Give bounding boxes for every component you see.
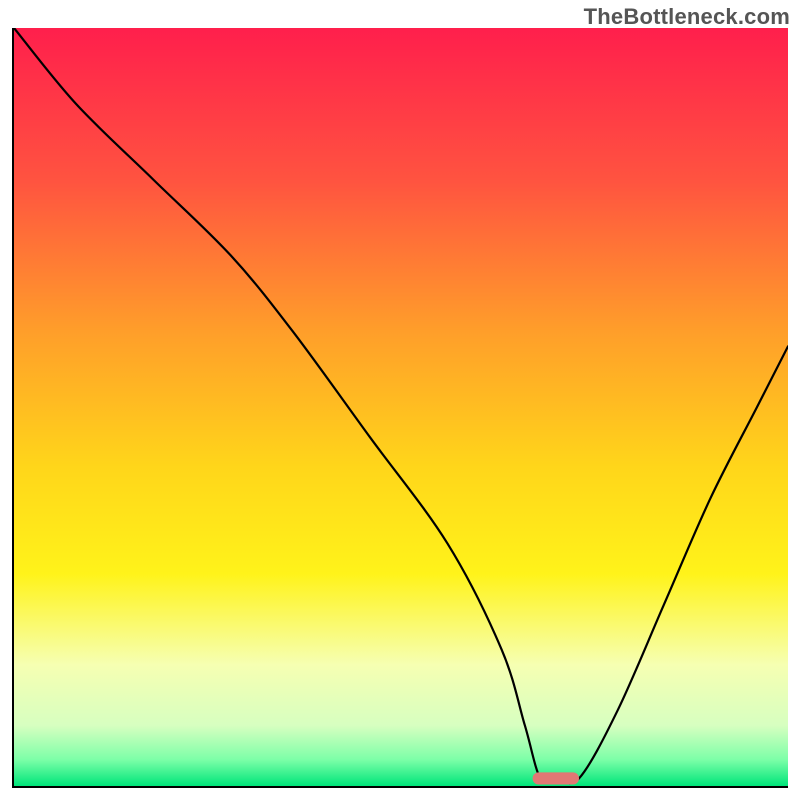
watermark-text: TheBottleneck.com xyxy=(584,4,790,30)
chart-svg xyxy=(14,28,788,786)
chart-stage: TheBottleneck.com xyxy=(0,0,800,800)
gradient-background xyxy=(14,28,788,786)
optimal-range-marker xyxy=(533,772,579,784)
plot-area xyxy=(12,28,788,788)
